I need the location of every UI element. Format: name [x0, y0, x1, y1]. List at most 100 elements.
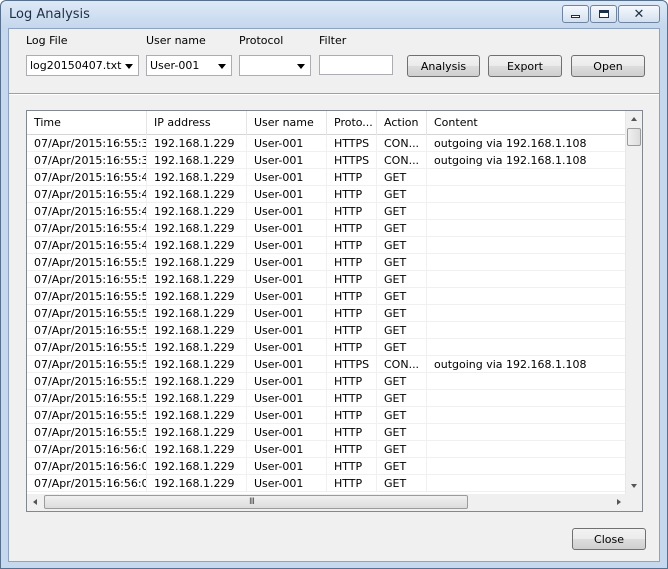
- table-row[interactable]: 07/Apr/2015:16:55:3... 192.168.1.229 User-…: [27, 152, 627, 169]
- column-header-ip-address[interactable]: IP address: [147, 111, 247, 135]
- table-row[interactable]: 07/Apr/2015:16:55:5... 192.168.1.229 User-…: [27, 390, 627, 407]
- content-cell: [427, 254, 627, 271]
- content-cell: [427, 424, 627, 441]
- action-cell: GET: [377, 339, 427, 356]
- chevron-down-icon: [218, 64, 226, 69]
- protocol-cell: HTTP: [327, 424, 377, 441]
- username-cell: User-001: [247, 390, 327, 407]
- table-row[interactable]: 07/Apr/2015:16:55:5... 192.168.1.229 User-…: [27, 373, 627, 390]
- chevron-down-icon: [125, 64, 133, 69]
- protocol-cell: HTTP: [327, 288, 377, 305]
- ip-address-cell: 192.168.1.229: [147, 373, 247, 390]
- time-cell: 07/Apr/2015:16:55:5...: [27, 390, 147, 407]
- scroll-down-icon[interactable]: [631, 484, 637, 488]
- column-header-content[interactable]: Content: [427, 111, 627, 135]
- title-bar[interactable]: Log Analysis ✕: [1, 1, 667, 28]
- table-row[interactable]: 07/Apr/2015:16:55:5... 192.168.1.229 User-…: [27, 254, 627, 271]
- table-row[interactable]: 07/Apr/2015:16:55:4... 192.168.1.229 User-…: [27, 237, 627, 254]
- column-header-time[interactable]: Time: [27, 111, 147, 135]
- table-row[interactable]: 07/Apr/2015:16:56:0... 192.168.1.229 User-…: [27, 458, 627, 475]
- maximize-button[interactable]: [590, 5, 617, 23]
- username-dropdown[interactable]: User-001: [146, 55, 232, 76]
- ip-address-cell: 192.168.1.229: [147, 322, 247, 339]
- action-cell: GET: [377, 237, 427, 254]
- protocol-cell: HTTPS: [327, 152, 377, 169]
- action-cell: GET: [377, 271, 427, 288]
- export-button[interactable]: Export: [488, 55, 562, 77]
- action-cell: GET: [377, 186, 427, 203]
- table-row[interactable]: 07/Apr/2015:16:55:5... 192.168.1.229 User-…: [27, 305, 627, 322]
- time-cell: 07/Apr/2015:16:56:0...: [27, 458, 147, 475]
- chevron-down-icon: [297, 64, 305, 69]
- maximize-icon: [598, 10, 609, 18]
- scroll-left-icon[interactable]: [33, 499, 37, 505]
- table-row[interactable]: 07/Apr/2015:16:55:3... 192.168.1.229 User-…: [27, 135, 627, 152]
- username-cell: User-001: [247, 322, 327, 339]
- table-row[interactable]: 07/Apr/2015:16:55:4... 192.168.1.229 User-…: [27, 169, 627, 186]
- protocol-label: Protocol: [239, 34, 284, 47]
- ip-address-cell: 192.168.1.229: [147, 288, 247, 305]
- username-cell: User-001: [247, 152, 327, 169]
- username-label: User name: [146, 34, 206, 47]
- scroll-up-icon[interactable]: [631, 117, 637, 121]
- log-table[interactable]: Time IP address User name Proto... Actio…: [26, 110, 643, 512]
- table-row[interactable]: 07/Apr/2015:16:55:5... 192.168.1.229 User-…: [27, 322, 627, 339]
- separator: [9, 93, 659, 95]
- table-row[interactable]: 07/Apr/2015:16:56:0... 192.168.1.229 User-…: [27, 441, 627, 458]
- table-row[interactable]: 07/Apr/2015:16:55:4... 192.168.1.229 User-…: [27, 203, 627, 220]
- column-header-username[interactable]: User name: [247, 111, 327, 135]
- window-controls: ✕: [561, 5, 660, 23]
- ip-address-cell: 192.168.1.229: [147, 305, 247, 322]
- action-cell: GET: [377, 203, 427, 220]
- protocol-cell: HTTP: [327, 203, 377, 220]
- open-button[interactable]: Open: [571, 55, 645, 77]
- ip-address-cell: 192.168.1.229: [147, 237, 247, 254]
- action-cell: GET: [377, 390, 427, 407]
- ip-address-cell: 192.168.1.229: [147, 169, 247, 186]
- protocol-cell: HTTP: [327, 322, 377, 339]
- time-cell: 07/Apr/2015:16:55:5...: [27, 356, 147, 373]
- protocol-cell: HTTP: [327, 237, 377, 254]
- table-body: 07/Apr/2015:16:55:3... 192.168.1.229 User-…: [27, 135, 627, 492]
- horizontal-scroll-thumb[interactable]: III: [44, 495, 468, 509]
- table-row[interactable]: 07/Apr/2015:16:55:5... 192.168.1.229 User-…: [27, 407, 627, 424]
- username-cell: User-001: [247, 288, 327, 305]
- username-cell: User-001: [247, 373, 327, 390]
- username-cell: User-001: [247, 424, 327, 441]
- horizontal-scrollbar[interactable]: III: [27, 494, 627, 511]
- filter-label: Filter: [319, 34, 347, 47]
- column-header-action[interactable]: Action: [377, 111, 427, 135]
- analysis-button[interactable]: Analysis: [407, 55, 480, 77]
- table-header: Time IP address User name Proto... Actio…: [27, 111, 627, 135]
- minimize-button[interactable]: [562, 5, 589, 23]
- table-row[interactable]: 07/Apr/2015:16:55:5... 192.168.1.229 User-…: [27, 288, 627, 305]
- table-row[interactable]: 07/Apr/2015:16:55:5... 192.168.1.229 User-…: [27, 356, 627, 373]
- content-cell: outgoing via 192.168.1.108: [434, 137, 587, 150]
- log-file-dropdown[interactable]: log20150407.txt: [26, 55, 139, 76]
- action-cell: GET: [377, 373, 427, 390]
- action-cell: GET: [377, 475, 427, 492]
- time-cell: 07/Apr/2015:16:55:4...: [27, 169, 147, 186]
- scroll-corner: [625, 494, 642, 511]
- column-header-protocol[interactable]: Proto...: [327, 111, 377, 135]
- window-close-button[interactable]: ✕: [618, 5, 660, 23]
- table-row[interactable]: 07/Apr/2015:16:55:4... 192.168.1.229 User-…: [27, 186, 627, 203]
- dialog-body: Log File User name Protocol Filter log20…: [8, 28, 660, 562]
- vertical-scroll-thumb[interactable]: [627, 128, 641, 146]
- table-row[interactable]: 07/Apr/2015:16:56:0... 192.168.1.229 User-…: [27, 475, 627, 492]
- action-cell: GET: [377, 305, 427, 322]
- protocol-dropdown[interactable]: [239, 55, 311, 76]
- username-cell: User-001: [247, 203, 327, 220]
- username-cell: User-001: [247, 186, 327, 203]
- protocol-cell: HTTP: [327, 441, 377, 458]
- table-row[interactable]: 07/Apr/2015:16:55:5... 192.168.1.229 User-…: [27, 271, 627, 288]
- filter-input[interactable]: [319, 55, 393, 75]
- username-cell: User-001: [247, 220, 327, 237]
- window-title: Log Analysis: [9, 7, 90, 22]
- vertical-scrollbar[interactable]: [625, 111, 642, 494]
- table-row[interactable]: 07/Apr/2015:16:55:4... 192.168.1.229 User-…: [27, 220, 627, 237]
- table-row[interactable]: 07/Apr/2015:16:55:5... 192.168.1.229 User-…: [27, 339, 627, 356]
- table-row[interactable]: 07/Apr/2015:16:55:5... 192.168.1.229 User-…: [27, 424, 627, 441]
- scroll-right-icon[interactable]: [617, 499, 621, 505]
- close-button[interactable]: Close: [572, 528, 646, 550]
